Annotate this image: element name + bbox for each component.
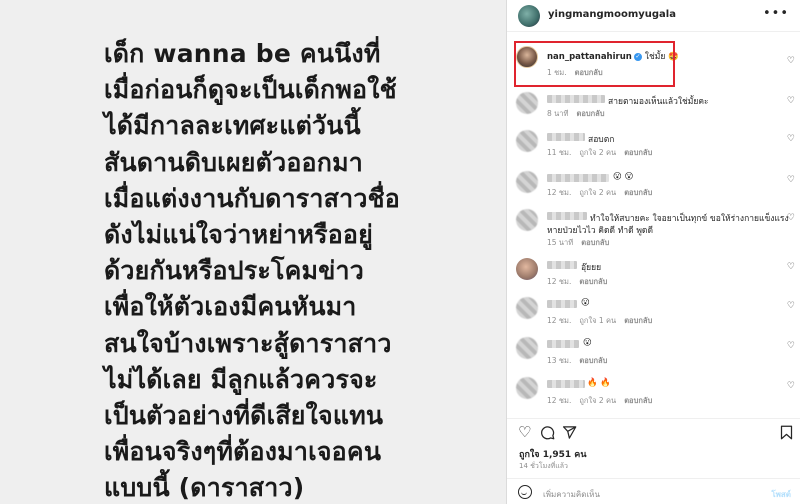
post-text-line: ดังไม่แน่ใจว่าหย่าหรืออยู่ <box>104 220 373 250</box>
post-text-block: เด็ก wanna be คนนึงที่ เมื่อก่อนก็ดูจะเป… <box>104 36 400 504</box>
post-text-line: ได้มีกาลละเทศะแต่วันนี้ <box>104 111 361 141</box>
comment-meta: 11 ชม. ถูกใจ 2 คน ตอบกลับ <box>547 147 660 159</box>
avatar[interactable] <box>516 92 538 114</box>
bookmark-icon[interactable] <box>780 425 793 443</box>
reply-button[interactable]: ตอบกลับ <box>579 356 607 365</box>
post-text-line: ไม่ได้เลย มีลูกแล้วควรจะ <box>104 364 378 394</box>
heart-icon[interactable]: ♡ <box>787 301 795 311</box>
post-sidebar: yingmangmoomyugala ••• nan_pattanahirun ✓… <box>506 0 800 504</box>
comment-text: 😮 <box>583 338 592 348</box>
reply-button[interactable]: ตอบกลับ <box>576 109 604 118</box>
highlight-box <box>514 41 675 87</box>
comment-list[interactable]: nan_pattanahirun ✓ ใช่มั้ย 🤩 1 ชม. ตอบกลับ… <box>507 32 800 412</box>
comment-meta: 12 ชม. ถูกใจ 2 คน ตอบกลับ <box>547 395 660 407</box>
comment-meta: 13 ชม. ตอบกลับ <box>547 355 615 367</box>
avatar[interactable] <box>516 258 538 280</box>
comment-username-redacted <box>547 212 587 220</box>
post-text-line: เพื่อนจริงๆที่ต้องมาเจอคน <box>104 437 382 467</box>
heart-icon[interactable]: ♡ <box>787 134 795 144</box>
comment-time[interactable]: 8 นาที <box>547 109 568 118</box>
comment-time[interactable]: 12 ชม. <box>547 188 571 197</box>
comment-username-redacted <box>547 174 609 182</box>
post-header: yingmangmoomyugala ••• <box>507 0 800 32</box>
comment-text: สอบตก <box>588 135 615 145</box>
reply-button[interactable]: ตอบกลับ <box>579 277 607 286</box>
avatar[interactable] <box>516 209 538 231</box>
comment-time[interactable]: 11 ชม. <box>547 148 571 157</box>
heart-icon[interactable]: ♡ <box>518 425 531 440</box>
post-text-line: เด็ก wanna be คนนึงที่ <box>104 39 381 68</box>
post-text-line: ด้วยกันหรือประโคมข่าว <box>104 256 364 286</box>
comment-meta: 8 นาที ตอบกลับ <box>547 108 613 120</box>
heart-icon[interactable]: ♡ <box>787 381 795 391</box>
post-text-line: สนใจบ้างเพราะสู้ดาราสาว <box>104 328 392 358</box>
avatar[interactable] <box>516 297 538 319</box>
post-text-line: เพื่อให้ตัวเองมีคนหันมา <box>104 292 357 322</box>
comment-username-redacted <box>547 340 579 348</box>
comment-meta: 12 ชม. ถูกใจ 1 คน ตอบกลับ <box>547 315 660 327</box>
like-count[interactable]: ถูกใจ 1,951 คน <box>519 447 586 461</box>
post-comment-button[interactable]: โพสต์ <box>771 488 791 501</box>
action-bar: ♡ <box>507 418 800 442</box>
avatar[interactable] <box>516 377 538 399</box>
comment-likes[interactable]: ถูกใจ 2 คน <box>579 396 616 405</box>
comment-time[interactable]: 12 ชม. <box>547 316 571 325</box>
comment-meta: 15 นาที ตอบกลับ <box>547 237 617 249</box>
comment-meta: 12 ชม. ถูกใจ 2 คน ตอบกลับ <box>547 187 660 199</box>
heart-icon[interactable]: ♡ <box>787 341 795 351</box>
comment-username-redacted <box>547 261 577 269</box>
post-text-line: เมื่อแต่งงานกับดาราสาวชื่อ <box>104 183 400 213</box>
comment-likes[interactable]: ถูกใจ 2 คน <box>579 188 616 197</box>
comment-text: อุ๊ยยย <box>581 263 602 273</box>
comment-text: 😮 😮 <box>613 172 634 182</box>
comment-username-redacted <box>547 133 585 141</box>
heart-icon[interactable]: ♡ <box>787 56 795 66</box>
post-text-line: สันดานดิบเผยตัวออกมา <box>104 147 364 177</box>
reply-button[interactable]: ตอบกลับ <box>624 396 652 405</box>
avatar[interactable] <box>516 171 538 193</box>
comment-likes[interactable]: ถูกใจ 2 คน <box>579 148 616 157</box>
comment-text: สายตามองเห็นแล้วใช่มั้ยคะ <box>608 97 709 107</box>
post-author-username[interactable]: yingmangmoomyugala <box>548 9 676 20</box>
comment-meta: 12 ชม. ตอบกลับ <box>547 276 615 288</box>
comment-icon[interactable] <box>540 425 555 443</box>
post-time[interactable]: 14 ชั่วโมงที่แล้ว <box>519 461 568 472</box>
comment-username-redacted <box>547 300 577 308</box>
post-text-line: แบบนี้ (ดาราสาว) <box>104 473 305 503</box>
heart-icon[interactable]: ♡ <box>787 213 795 223</box>
comment-input[interactable]: เพิ่มความคิดเห็น <box>543 488 600 501</box>
comment-time[interactable]: 12 ชม. <box>547 396 571 405</box>
reply-button[interactable]: ตอบกลับ <box>624 188 652 197</box>
comment-username-redacted <box>547 380 585 388</box>
post-text-line: เป็นตัวอย่างที่ดีเสียใจแทน <box>104 401 384 431</box>
comment-text: 🔥 🔥 <box>587 378 611 388</box>
post-text-line: เมื่อก่อนก็ดูจะเป็นเด็กพอใช้ <box>104 75 397 105</box>
avatar[interactable] <box>516 130 538 152</box>
reply-button[interactable]: ตอบกลับ <box>624 316 652 325</box>
avatar[interactable] <box>516 337 538 359</box>
reply-button[interactable]: ตอบกลับ <box>624 148 652 157</box>
comment-time[interactable]: 15 นาที <box>547 238 573 247</box>
comment-text: 😮 <box>581 298 590 308</box>
post-image: เด็ก wanna be คนนึงที่ เมื่อก่อนก็ดูจะเป… <box>0 0 506 504</box>
more-horizontal-icon[interactable]: ••• <box>763 6 789 21</box>
add-comment-bar: เพิ่มความคิดเห็น โพสต์ <box>507 478 800 504</box>
avatar[interactable] <box>518 5 540 27</box>
comment-time[interactable]: 13 ชม. <box>547 356 571 365</box>
comment-username-redacted <box>547 95 605 103</box>
comment-likes[interactable]: ถูกใจ 1 คน <box>579 316 616 325</box>
heart-icon[interactable]: ♡ <box>787 96 795 106</box>
heart-icon[interactable]: ♡ <box>787 175 795 185</box>
share-icon[interactable] <box>562 425 577 443</box>
heart-icon[interactable]: ♡ <box>787 262 795 272</box>
emoji-icon[interactable] <box>518 485 532 499</box>
comment-time[interactable]: 12 ชม. <box>547 277 571 286</box>
comment-text-continued: หายป่วยไวไว คิดดี ทำดี พูดดี <box>547 226 653 236</box>
reply-button[interactable]: ตอบกลับ <box>581 238 609 247</box>
